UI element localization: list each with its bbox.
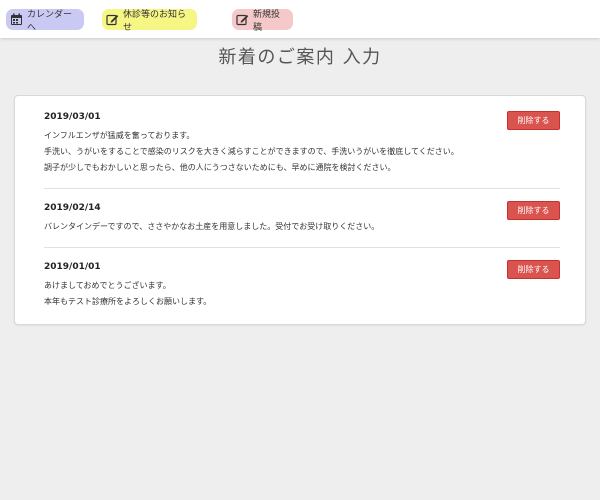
news-entry: 2019/01/01 あけましておめでとうございます。 本年もテスト診療所をよろ… (44, 260, 560, 310)
entry-body: インフルエンザが猛威を奮っております。 手洗い、うがいをすることで感染のリスクを… (44, 128, 560, 176)
entry-body: バレンタインデーですので、ささやかなお土産を用意しました。受付でお受け取りくださ… (44, 219, 560, 235)
entry-divider (44, 188, 560, 189)
entry-line: 調子が少しでもおかしいと思ったら、他の人にうつさないためにも、早めに通院を検討く… (44, 163, 396, 172)
delete-button[interactable]: 削除する (507, 260, 560, 279)
delete-button[interactable]: 削除する (507, 201, 560, 220)
news-entry: 2019/02/14 バレンタインデーですので、ささやかなお土産を用意しました。… (44, 201, 560, 235)
entry-line: 本年もテスト診療所をよろしくお願いします。 (44, 297, 212, 306)
entry-date: 2019/03/01 (44, 112, 101, 122)
page-title: 新着のご案内 入力 (218, 47, 382, 68)
edit-icon (106, 13, 119, 26)
edit-icon (236, 13, 249, 26)
top-nav-bar: カレンダーへ 休診等のお知らせ 新規投稿 (0, 0, 600, 38)
calendar-icon (10, 13, 23, 26)
entry-divider (44, 247, 560, 248)
calendar-nav-label: カレンダーへ (27, 9, 73, 33)
entry-line: あけましておめでとうございます。 (44, 281, 171, 290)
notice-nav-button[interactable]: 休診等のお知らせ (102, 9, 197, 33)
entry-line: バレンタインデーですので、ささやかなお土産を用意しました。受付でお受け取りくださ… (44, 222, 380, 231)
news-entry: 2019/03/01 インフルエンザが猛威を奮っております。 手洗い、うがいをす… (44, 111, 560, 176)
entry-body: あけましておめでとうございます。 本年もテスト診療所をよろしくお願いします。 (44, 278, 560, 310)
new-post-nav-label: 新規投稿 (253, 9, 281, 33)
calendar-nav-button[interactable]: カレンダーへ (6, 9, 84, 33)
entry-date: 2019/02/14 (44, 203, 101, 213)
entry-line: インフルエンザが猛威を奮っております。 (44, 131, 195, 140)
new-post-nav-button[interactable]: 新規投稿 (232, 9, 293, 33)
entry-line: 手洗い、うがいをすることで感染のリスクを大きく減らすことができますので、手洗いう… (44, 147, 459, 156)
entry-date: 2019/01/01 (44, 262, 101, 272)
notice-nav-label: 休診等のお知らせ (123, 9, 187, 33)
news-list-panel: 2019/03/01 インフルエンザが猛威を奮っております。 手洗い、うがいをす… (14, 95, 586, 325)
delete-button[interactable]: 削除する (507, 111, 560, 130)
